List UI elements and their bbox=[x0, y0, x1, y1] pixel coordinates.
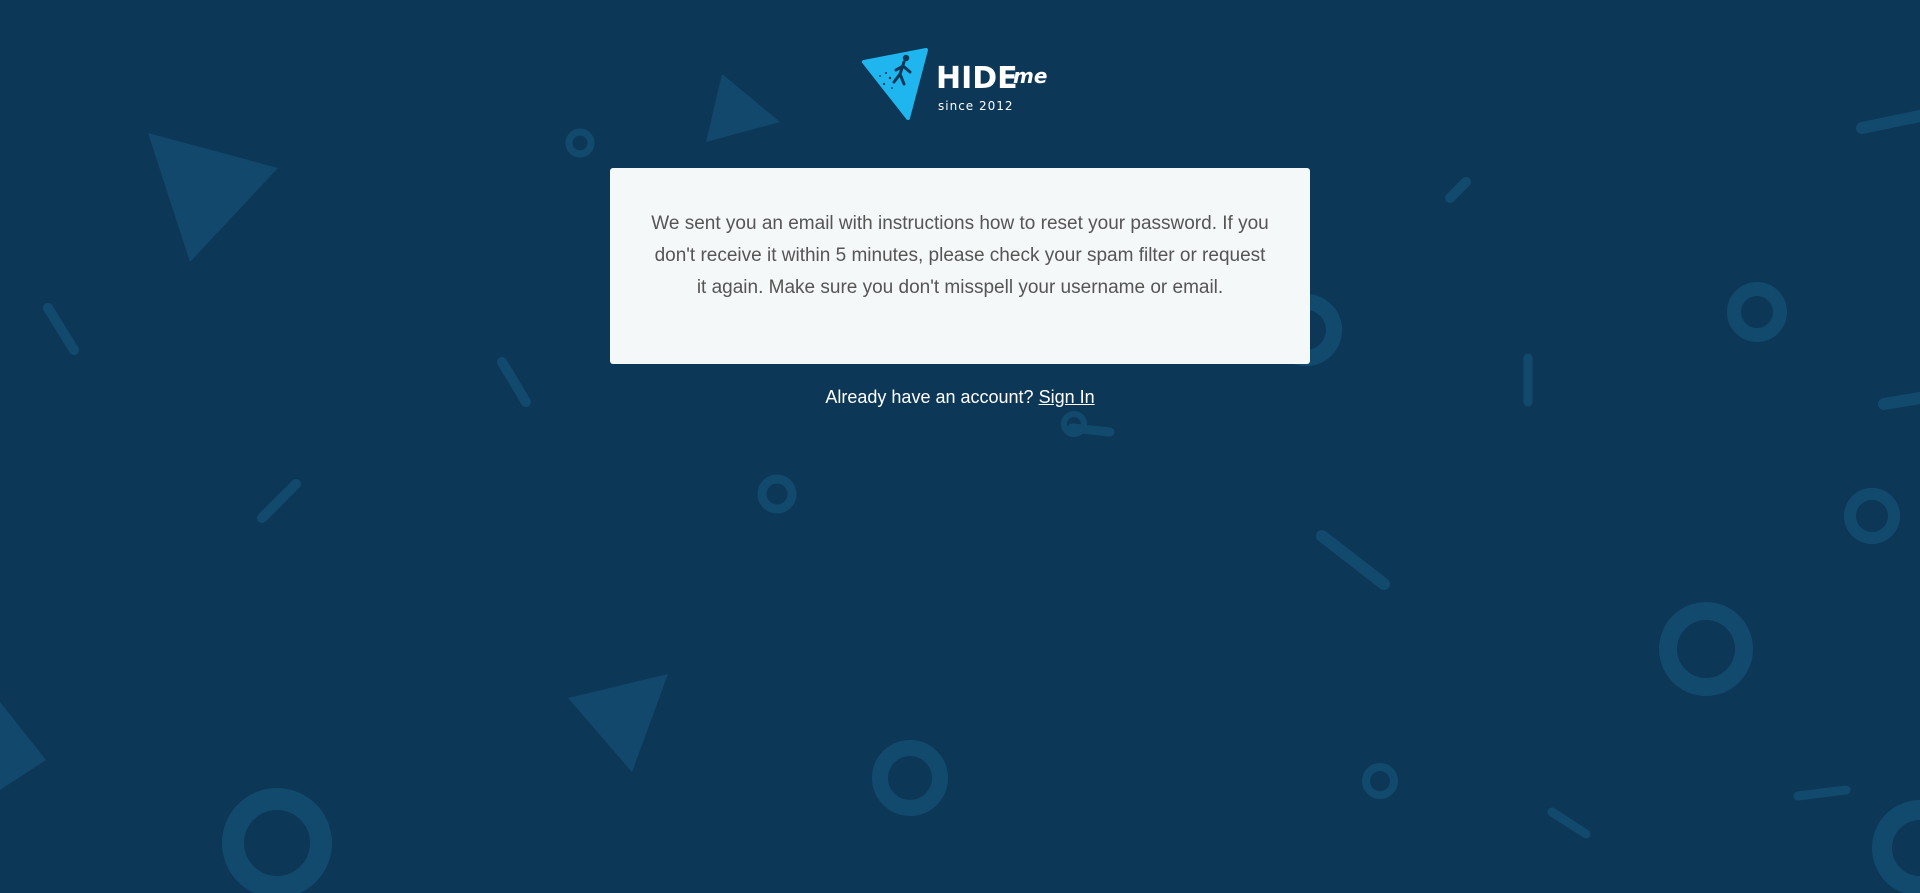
sign-in-link[interactable]: Sign In bbox=[1039, 387, 1095, 407]
signin-prompt-text: Already have an account? bbox=[825, 387, 1034, 407]
triangle-walker-logo-icon bbox=[862, 48, 928, 120]
message-card: We sent you an email with instructions h… bbox=[610, 168, 1310, 364]
brand-suffix: me bbox=[1013, 64, 1048, 88]
reset-instructions-message: We sent you an email with instructions h… bbox=[651, 213, 1269, 298]
reset-confirmation-page: HIDE me since 2012 We sent you an email … bbox=[0, 0, 1920, 893]
brand-tagline: since 2012 bbox=[938, 99, 1014, 113]
hideme-logo[interactable]: HIDE me since 2012 bbox=[860, 48, 1060, 124]
signin-prompt: Already have an account? Sign In bbox=[0, 386, 1920, 408]
brand-name: HIDE bbox=[936, 61, 1018, 96]
